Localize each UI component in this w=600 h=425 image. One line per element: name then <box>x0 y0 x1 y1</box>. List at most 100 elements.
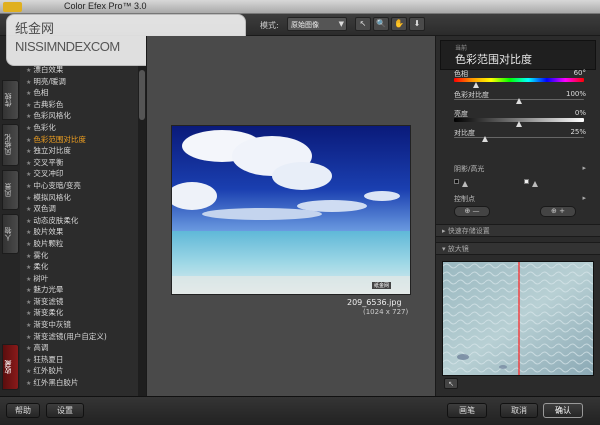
filter-list-item[interactable]: ★ 胶片效果 <box>20 226 138 238</box>
filter-list-item[interactable]: ★ 魅力光晕 <box>20 284 138 296</box>
star-icon[interactable]: ★ <box>26 79 31 86</box>
filter-list-item[interactable]: ★ 动态皮肤柔化 <box>20 215 138 227</box>
filter-label: 渐变滤镜 <box>33 296 64 306</box>
star-icon[interactable]: ★ <box>26 160 31 167</box>
filter-label: 雾化 <box>33 250 49 260</box>
preview-image[interactable]: 纸金网 <box>171 125 411 295</box>
preview-canvas[interactable]: 纸金网 209_6536.jpg (1024 x 727) <box>146 36 436 396</box>
shadow-slider-thumb[interactable] <box>462 181 468 187</box>
chevron-right-icon[interactable]: ▸ <box>582 194 586 202</box>
filter-list-item[interactable]: ★ 独立对比度 <box>20 145 138 157</box>
tab-stylize[interactable]: 风格化 <box>2 124 19 166</box>
filter-list-item[interactable]: ★ 柔化 <box>20 261 138 273</box>
filter-list-item[interactable]: ★ 色彩化 <box>20 122 138 134</box>
star-icon[interactable]: ★ <box>26 334 31 341</box>
help-button[interactable]: 帮助 <box>6 403 40 418</box>
quick-save-section[interactable]: ▸ 快速存储设置 <box>436 224 600 237</box>
brightness-slider-thumb[interactable] <box>516 121 522 127</box>
filter-list-item[interactable]: ★ 色彩范围对比度 <box>20 134 138 146</box>
loupe-pointer-button[interactable]: ↖ <box>444 378 458 389</box>
filter-list-scrollbar[interactable] <box>138 64 146 396</box>
filter-list-item[interactable]: ★ 中心变暗/变亮 <box>20 180 138 192</box>
hand-tool-button[interactable]: ✋ <box>391 17 407 31</box>
filter-list-item[interactable]: ★ 渐变中灰镜 <box>20 319 138 331</box>
color-contrast-slider-thumb[interactable] <box>516 98 522 104</box>
filter-list-item[interactable]: ★ 交叉冲印 <box>20 168 138 180</box>
shadow-swatch[interactable] <box>454 179 459 184</box>
scrollbar-thumb[interactable] <box>139 70 145 120</box>
star-icon[interactable]: ★ <box>26 171 31 178</box>
star-icon[interactable]: ★ <box>26 264 31 271</box>
filter-list-item[interactable]: ★ 渐变柔化 <box>20 307 138 319</box>
star-icon[interactable]: ★ <box>26 67 31 74</box>
star-icon[interactable]: ★ <box>26 113 31 120</box>
filter-label: 色彩范围对比度 <box>33 134 86 144</box>
star-icon[interactable]: ★ <box>26 253 31 260</box>
brush-button[interactable]: 画笔 <box>447 403 487 418</box>
filter-label: 胶片颗粒 <box>33 238 64 248</box>
eyedropper-tool-button[interactable]: ⬇ <box>409 17 425 31</box>
zoom-tool-button[interactable]: 🔍 <box>373 17 389 31</box>
chevron-right-icon[interactable]: ▸ <box>582 164 586 172</box>
star-icon[interactable]: ★ <box>26 310 31 317</box>
cancel-button[interactable]: 取消 <box>500 403 538 418</box>
filter-list-item[interactable]: ★ 渐变滤镜 <box>20 296 138 308</box>
filter-list-item[interactable]: ★ 模拟风格化 <box>20 192 138 204</box>
contrast-slider[interactable] <box>454 137 584 138</box>
star-icon[interactable]: ★ <box>26 241 31 248</box>
star-icon[interactable]: ★ <box>26 218 31 225</box>
star-icon[interactable]: ★ <box>26 137 31 144</box>
star-icon[interactable]: ★ <box>26 287 31 294</box>
tab-landscape[interactable]: 风景 <box>2 170 19 210</box>
tab-portrait[interactable]: 人物 <box>2 214 19 254</box>
filter-label: 动态皮肤柔化 <box>33 215 79 225</box>
star-icon[interactable]: ★ <box>26 195 31 202</box>
star-icon[interactable]: ★ <box>26 125 31 132</box>
param-value: 0% <box>574 109 586 117</box>
tab-favorites[interactable]: 收藏 <box>2 344 19 390</box>
star-icon[interactable]: ★ <box>26 148 31 155</box>
filter-list-item[interactable]: ★ 双色调 <box>20 203 138 215</box>
ok-button[interactable]: 确认 <box>543 403 583 418</box>
highlight-swatch[interactable] <box>524 179 529 184</box>
filter-list-item[interactable]: ★ 狂热夏日 <box>20 354 138 366</box>
star-icon[interactable]: ★ <box>26 322 31 329</box>
filter-list-item[interactable]: ★ 胶片颗粒 <box>20 238 138 250</box>
star-icon[interactable]: ★ <box>26 229 31 236</box>
settings-button[interactable]: 设置 <box>46 403 84 418</box>
filter-list-item[interactable]: ★ 交叉平衡 <box>20 157 138 169</box>
filter-list-item[interactable]: ★ 红外黑白胶片 <box>20 377 138 389</box>
hue-slider-thumb[interactable] <box>473 82 479 88</box>
filter-list-item[interactable]: ★ 古典彩色 <box>20 99 138 111</box>
filter-list-item[interactable]: ★ 雾化 <box>20 250 138 262</box>
filter-list-item[interactable]: ★ 色彩风格化 <box>20 110 138 122</box>
star-icon[interactable]: ★ <box>26 345 31 352</box>
star-icon[interactable]: ★ <box>26 183 31 190</box>
image-filename: 209_6536.jpg <box>347 298 402 307</box>
highlight-slider-thumb[interactable] <box>532 181 538 187</box>
filter-list-item[interactable]: ★ 明亮/暖调 <box>20 76 138 88</box>
star-icon[interactable]: ★ <box>26 299 31 306</box>
remove-control-point-button[interactable]: ⊕ — <box>454 206 490 217</box>
star-icon[interactable]: ★ <box>26 276 31 283</box>
filter-list-item[interactable]: ★ 高调 <box>20 342 138 354</box>
star-icon[interactable]: ★ <box>26 380 31 387</box>
loupe-preview[interactable] <box>442 261 594 376</box>
filter-list-item[interactable]: ★ 红外胶片 <box>20 365 138 377</box>
star-icon[interactable]: ★ <box>26 206 31 213</box>
contrast-slider-thumb[interactable] <box>482 136 488 142</box>
add-control-point-button[interactable]: ⊕ + <box>540 206 576 217</box>
filter-settings-panel: 当前 色彩范围对比度 色相 60° 色彩对比度 100% 亮度 0% 对比度 2… <box>436 36 600 396</box>
filter-label: 双色调 <box>33 204 56 214</box>
filter-list-item[interactable]: ★ 色相 <box>20 87 138 99</box>
loupe-section[interactable]: ▾ 放大镜 <box>436 242 600 255</box>
tab-traditional[interactable]: 传统 <box>2 80 19 120</box>
mode-select[interactable]: 原始图像 ▼ <box>287 17 347 31</box>
filter-list-item[interactable]: ★ 渐变滤镜(用户自定义) <box>20 331 138 343</box>
star-icon[interactable]: ★ <box>26 90 31 97</box>
filter-list-item[interactable]: ★ 树叶 <box>20 273 138 285</box>
star-icon[interactable]: ★ <box>26 102 31 109</box>
star-icon[interactable]: ★ <box>26 357 31 364</box>
star-icon[interactable]: ★ <box>26 368 31 375</box>
pointer-tool-button[interactable]: ↖ <box>355 17 371 31</box>
